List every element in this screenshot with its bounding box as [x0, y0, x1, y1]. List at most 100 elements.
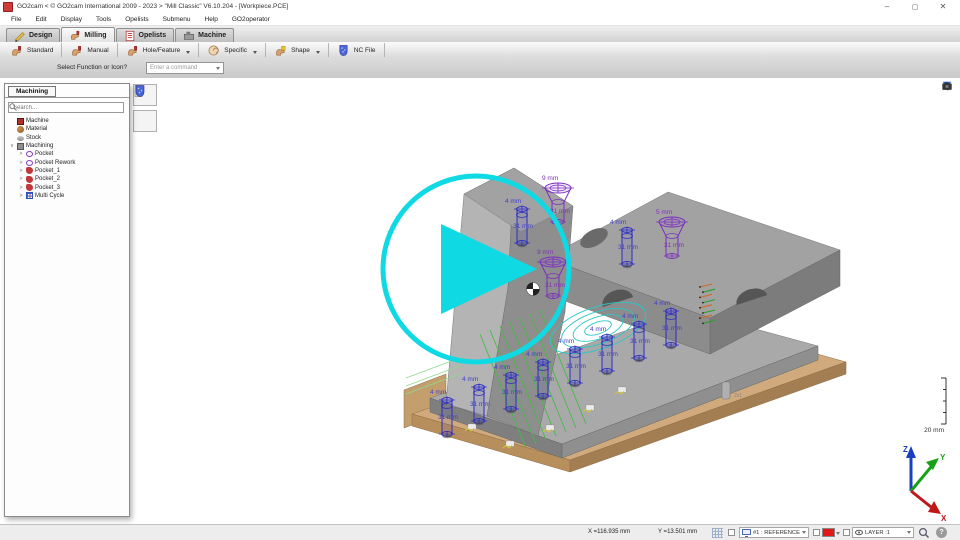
- side-buttons: [133, 84, 157, 132]
- tab-design[interactable]: Design: [6, 28, 60, 42]
- tree-expander[interactable]: >: [18, 168, 24, 174]
- toolbar-button-shape[interactable]: Shape: [266, 43, 329, 57]
- menu-item-go2operator[interactable]: GO2operator: [225, 16, 277, 23]
- svg-text:4 mm: 4 mm: [610, 219, 626, 226]
- menu-item-help[interactable]: Help: [198, 16, 225, 23]
- grid-icon[interactable]: [712, 528, 723, 538]
- command-row: Select Function or Icon? Enter a command: [0, 58, 960, 78]
- layer-selector[interactable]: LAYER :1: [852, 527, 914, 538]
- svg-text:Y: Y: [940, 453, 946, 462]
- tab-machine[interactable]: Machine: [175, 28, 234, 42]
- color-checkbox[interactable]: [813, 529, 820, 536]
- chevron-down-icon: [802, 531, 806, 534]
- tree-item-machine[interactable]: Machine: [7, 117, 127, 125]
- color-swatch[interactable]: [822, 528, 835, 537]
- menu-item-display[interactable]: Display: [54, 16, 89, 23]
- tree-item-pocket-2[interactable]: >Pocket_2: [7, 175, 127, 183]
- milling-icon: [69, 29, 81, 41]
- close-button[interactable]: ✕: [936, 2, 950, 11]
- camera-icon[interactable]: [941, 136, 957, 149]
- help-button[interactable]: ?: [936, 527, 947, 538]
- tree-item-machining[interactable]: vMachining: [7, 142, 127, 150]
- maximize-button[interactable]: ▢: [908, 3, 922, 11]
- monitor-icon: [742, 529, 751, 537]
- collapse-green-icon[interactable]: <: [941, 122, 957, 135]
- machining-panel: Machining MachineMaterial StockvMachining…: [4, 83, 130, 517]
- machining-panel-tab[interactable]: Machining: [8, 86, 56, 97]
- tool-display-button[interactable]: [133, 110, 157, 132]
- svg-text:31 mm: 31 mm: [566, 363, 586, 370]
- svg-text:4 mm: 4 mm: [654, 300, 670, 307]
- chevron-down-icon: [836, 532, 840, 535]
- tab-label: Design: [29, 32, 52, 39]
- minimize-button[interactable]: –: [880, 2, 894, 11]
- toolbar-button-manual[interactable]: Manual: [62, 43, 117, 57]
- svg-text:4 mm: 4 mm: [430, 389, 446, 396]
- svg-text:4 mm: 4 mm: [590, 326, 606, 333]
- search-icon: [9, 103, 17, 111]
- svg-text:4 mm: 4 mm: [462, 376, 478, 383]
- svg-text:31 mm: 31 mm: [664, 242, 684, 249]
- command-placeholder: Enter a command: [150, 65, 216, 71]
- scale-bar: 20 mm: [924, 378, 946, 434]
- menu-item-submenu[interactable]: Submenu: [156, 16, 198, 23]
- chevron-down-icon: [216, 67, 220, 70]
- reference-checkbox[interactable]: [728, 529, 735, 536]
- svg-text:4 mm: 4 mm: [622, 313, 638, 320]
- search-box[interactable]: [8, 102, 124, 113]
- tree-item-material[interactable]: Material: [7, 125, 127, 133]
- tab-label: Machine: [198, 32, 226, 39]
- toolbar-button-label: NC File: [354, 47, 376, 54]
- search-input[interactable]: [11, 104, 121, 112]
- menu-item-tools[interactable]: Tools: [89, 16, 118, 23]
- machining-tree: MachineMaterialStockvMachining>Pocket>Po…: [7, 117, 127, 514]
- menu-item-file[interactable]: File: [4, 16, 28, 23]
- svg-text:4 mm: 4 mm: [505, 198, 521, 205]
- svg-text:31 mm: 31 mm: [545, 282, 565, 289]
- tree-expander[interactable]: >: [18, 151, 24, 157]
- tab-milling[interactable]: Milling: [61, 27, 114, 42]
- command-combobox[interactable]: Enter a command: [146, 62, 224, 74]
- pocket-icon: [26, 160, 33, 166]
- layer-checkbox[interactable]: [843, 529, 850, 536]
- toolbar-button-specific[interactable]: Specific: [199, 43, 266, 57]
- toolbar-button-label: Shape: [291, 47, 310, 54]
- tab-opelists[interactable]: Opelists: [116, 28, 175, 42]
- collapse-blue-icon[interactable]: <: [941, 94, 957, 107]
- tree-item-pocket-1[interactable]: >Pocket_1: [7, 167, 127, 175]
- pocket-icon: [26, 151, 33, 157]
- tool-shield-icon: [133, 84, 147, 98]
- tree-expander[interactable]: v: [9, 143, 15, 149]
- tree-item-multi-cycle[interactable]: >Multi Cycle: [7, 192, 127, 200]
- toolbar-button-nc-file[interactable]: NC File: [329, 43, 385, 57]
- tree-item-label: Material: [26, 126, 47, 132]
- svg-text:9 mm: 9 mm: [542, 175, 558, 182]
- design-icon: [14, 30, 26, 42]
- tree-item-label: Pocket_3: [35, 185, 60, 191]
- tree-expander[interactable]: >: [18, 160, 24, 166]
- shape-icon: [274, 44, 287, 57]
- svg-text:4 mm: 4 mm: [526, 351, 542, 358]
- tree-expander[interactable]: >: [18, 193, 24, 199]
- tree-item-stock[interactable]: Stock: [7, 134, 127, 142]
- menu-item-opelists[interactable]: Opelists: [118, 16, 155, 23]
- reference-selector[interactable]: #1 : REFERENCE: [739, 527, 809, 538]
- tree-item-pocket-3[interactable]: > Pocket_3: [7, 183, 127, 191]
- multicycle-icon: [26, 192, 33, 199]
- zoom-layer-icon[interactable]: [918, 527, 930, 540]
- app-logo-icon: [3, 2, 13, 12]
- x-coordinate: X =116.935 mm: [588, 529, 630, 535]
- svg-text:31 mm: 31 mm: [662, 325, 682, 332]
- tree-expander[interactable]: >: [18, 176, 24, 182]
- tree-item-pocket-rework[interactable]: >Pocket Rework: [7, 158, 127, 166]
- pick-hand-icon[interactable]: [941, 108, 957, 121]
- toolbar-button-standard[interactable]: Standard: [2, 43, 62, 57]
- tree-expander[interactable]: >: [18, 185, 24, 191]
- tree-item-pocket[interactable]: >Pocket: [7, 150, 127, 158]
- panel-divider: [5, 97, 129, 98]
- menu-item-edit[interactable]: Edit: [28, 16, 53, 23]
- manual-icon: [70, 44, 83, 57]
- viewport-3d[interactable]: 4 mm 31 mm 4 mm 31 mm 4 mm 31 mm 4 mm 31…: [0, 78, 960, 524]
- svg-text:5 mm: 5 mm: [656, 209, 672, 216]
- toolbar-button-hole-feature[interactable]: Hole/Feature: [118, 43, 200, 57]
